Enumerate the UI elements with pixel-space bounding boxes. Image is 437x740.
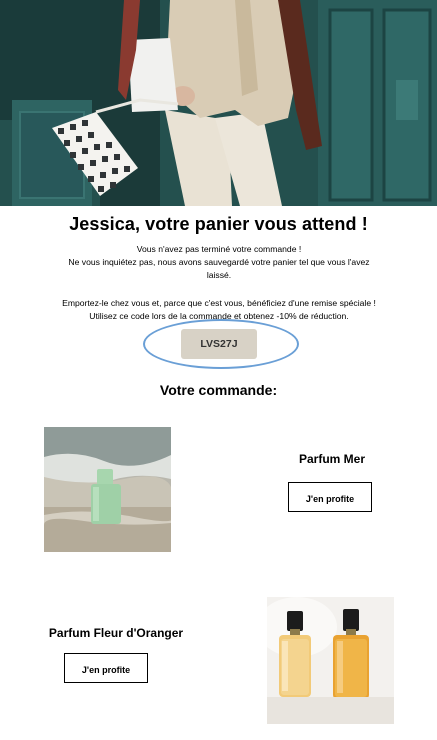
hero-photo bbox=[0, 0, 437, 206]
intro-line: Vous n'avez pas terminé votre commande ! bbox=[136, 244, 302, 254]
page-title: Jessica, votre panier vous attend ! bbox=[69, 214, 368, 234]
green-perfume-bottle-illustration bbox=[44, 427, 171, 552]
offer-line: Emportez-le chez vous et, parce que c'es… bbox=[62, 298, 376, 308]
product-name: Parfum Fleur d'Oranger bbox=[48, 626, 184, 640]
product-image-fleur-doranger[interactable] bbox=[267, 597, 394, 724]
jen-profite-button-parfum-mer[interactable]: J'en profite bbox=[288, 482, 372, 512]
intro-paragraph: Vous n'avez pas terminé votre commande !… bbox=[38, 243, 400, 282]
hero-image bbox=[0, 0, 437, 206]
intro-line: Ne vous inquiétez pas, nous avons sauveg… bbox=[68, 257, 370, 267]
promo-code-area: LVS27J bbox=[143, 319, 299, 369]
product-name: Parfum Mer bbox=[298, 452, 366, 466]
promo-code-button[interactable]: LVS27J bbox=[181, 329, 257, 359]
jen-profite-button-fleur-doranger[interactable]: J'en profite bbox=[64, 653, 148, 683]
amber-perfume-bottles-illustration bbox=[267, 597, 394, 724]
product-image-parfum-mer[interactable] bbox=[44, 427, 171, 552]
intro-line: laissé. bbox=[206, 270, 232, 280]
order-section-title: Votre commande: bbox=[159, 382, 278, 398]
